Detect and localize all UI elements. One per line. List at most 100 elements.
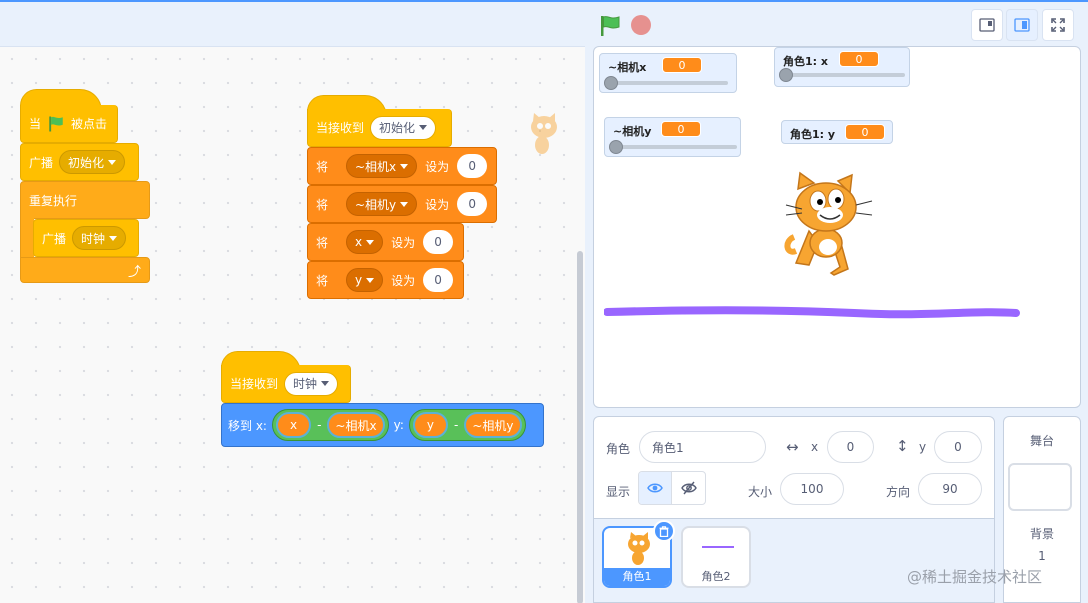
chevron-down-icon (419, 125, 428, 130)
backdrop-thumbnail[interactable] (1008, 463, 1072, 511)
size-label: 大小 (748, 485, 773, 499)
dropdown-value: x (355, 235, 363, 249)
hide-button[interactable] (672, 472, 705, 504)
chevron-down-icon (109, 235, 118, 241)
variable-monitor-sprite-y[interactable]: 角色1: y 0 (781, 120, 893, 144)
monitor-label: 角色1: y (790, 128, 836, 141)
variable-dropdown[interactable]: x (346, 230, 384, 254)
sprite-name-input[interactable]: 角色1 (639, 431, 766, 463)
broadcast-message-dropdown[interactable]: 初始化 (59, 150, 126, 174)
eye-icon (647, 483, 663, 493)
watermark: @稀土掘金技术社区 (907, 568, 1043, 586)
monitor-value: 0 (839, 51, 879, 67)
slider-handle[interactable] (604, 76, 618, 90)
set-variable-block[interactable]: 将 y 设为 0 (307, 261, 464, 299)
chevron-down-icon (108, 159, 117, 165)
direction-input[interactable]: 90 (918, 473, 982, 505)
receive-message-dropdown[interactable]: 初始化 (370, 115, 437, 140)
delete-sprite-button[interactable] (653, 520, 675, 542)
monitor-value: 0 (662, 57, 702, 73)
sprite-tile-name: 角色2 (701, 570, 731, 583)
variable-reporter[interactable]: y (412, 412, 448, 438)
when-i-receive-block[interactable]: 当接收到 初始化 (307, 109, 452, 147)
code-workspace[interactable]: 当 被点击 广播 初始化 重复执行 广播 时钟 ⤴ 当接收到 初始化 将 ~相机… (0, 46, 585, 603)
show-button[interactable] (639, 472, 673, 504)
variable-dropdown[interactable]: ~相机y (346, 192, 418, 216)
block-text: 将 (316, 159, 329, 174)
variable-monitor-camx[interactable]: ~相机x 0 (599, 53, 737, 93)
value-input[interactable]: 0 (457, 154, 488, 178)
set-variable-block[interactable]: 将 ~相机y 设为 0 (307, 185, 497, 223)
go-to-xy-block[interactable]: 移到 x: x - ~相机x y: y - ~相机y (221, 403, 544, 447)
chevron-down-icon (400, 201, 409, 207)
monitor-label: 角色1: x (783, 55, 828, 68)
stage-title: 舞台 (1029, 434, 1054, 448)
variable-monitor-sprite-x[interactable]: 角色1: x 0 (774, 47, 910, 87)
block-text: 将 (316, 235, 329, 250)
variable-reporter[interactable]: ~相机y (464, 412, 522, 438)
fullscreen-button[interactable] (1042, 9, 1074, 41)
subtract-operator[interactable]: y - ~相机y (408, 409, 526, 441)
y-label: y (919, 440, 927, 454)
slider-handle[interactable] (609, 140, 623, 154)
line-thumbnail (702, 546, 734, 548)
dropdown-value: 初始化 (68, 155, 105, 170)
broadcast-block[interactable]: 广播 时钟 (33, 219, 139, 257)
subtract-operator[interactable]: x - ~相机x (271, 409, 389, 441)
x-input[interactable]: 0 (827, 431, 874, 463)
sprite-list: 角色1 角色2 (593, 519, 995, 603)
block-text: 将 (316, 273, 329, 288)
monitor-label: ~相机y (613, 125, 652, 138)
receive-message-dropdown[interactable]: 时钟 (284, 371, 339, 396)
chevron-down-icon (366, 277, 375, 283)
large-stage-button[interactable] (1006, 9, 1038, 41)
stage-canvas[interactable]: ~相机x 0 角色1: x 0 ~相机y 0 角色1: y 0 (593, 46, 1081, 408)
block-text: 当接收到 (230, 377, 279, 391)
when-i-receive-block[interactable]: 当接收到 时钟 (221, 365, 351, 403)
y-arrows-icon: ↕ (896, 437, 909, 455)
value-input[interactable]: 0 (423, 268, 454, 292)
value-input[interactable]: 0 (423, 230, 454, 254)
sprite-tile-2[interactable]: 角色2 (681, 526, 751, 588)
variable-reporter[interactable]: x (275, 412, 312, 438)
slider-track (783, 73, 905, 77)
cat-thumbnail (628, 532, 650, 565)
block-text: y: (393, 418, 404, 432)
variable-dropdown[interactable]: y (346, 268, 384, 292)
green-flag-icon[interactable] (598, 14, 622, 38)
forever-arm (20, 218, 34, 258)
when-flag-clicked-block[interactable]: 当 被点击 (20, 105, 118, 143)
minus-sign: - (317, 418, 322, 432)
dropdown-value: 初始化 (379, 121, 416, 135)
y-input[interactable]: 0 (934, 431, 982, 463)
variable-reporter[interactable]: ~相机x (327, 412, 385, 438)
slider-track (613, 145, 737, 149)
small-stage-button[interactable] (971, 9, 1003, 41)
broadcast-message-dropdown[interactable]: 时钟 (72, 226, 127, 250)
value-input[interactable]: 0 (457, 192, 488, 216)
broadcast-block[interactable]: 广播 初始化 (20, 143, 139, 181)
minus-sign: - (453, 418, 459, 432)
slider-handle[interactable] (779, 68, 793, 82)
stop-icon[interactable] (631, 15, 651, 35)
forever-block[interactable]: 重复执行 (20, 181, 150, 219)
direction-label: 方向 (886, 485, 911, 499)
dropdown-value: ~相机y (355, 197, 397, 212)
small-stage-icon (979, 18, 995, 32)
set-variable-block[interactable]: 将 x 设为 0 (307, 223, 464, 261)
chevron-down-icon (366, 239, 375, 245)
dropdown-value: 时钟 (81, 231, 106, 246)
block-text: 设为 (391, 273, 416, 288)
variable-dropdown[interactable]: ~相机x (346, 154, 418, 178)
visibility-toggle (638, 471, 706, 505)
sprite-tile-name: 角色1 (604, 568, 670, 586)
sprite-info-panel: 角色 角色1 ↔ x 0 ↕ y 0 显示 大小 100 方向 90 (593, 416, 995, 519)
green-flag-icon (49, 116, 63, 131)
block-text: 当 (29, 117, 42, 131)
size-input[interactable]: 100 (780, 473, 844, 505)
set-variable-block[interactable]: 将 ~相机x 设为 0 (307, 147, 497, 185)
cat-sprite[interactable] (784, 171, 884, 281)
code-scrollbar[interactable] (577, 251, 583, 603)
variable-monitor-camy[interactable]: ~相机y 0 (604, 117, 741, 157)
pen-line (604, 306, 1020, 319)
